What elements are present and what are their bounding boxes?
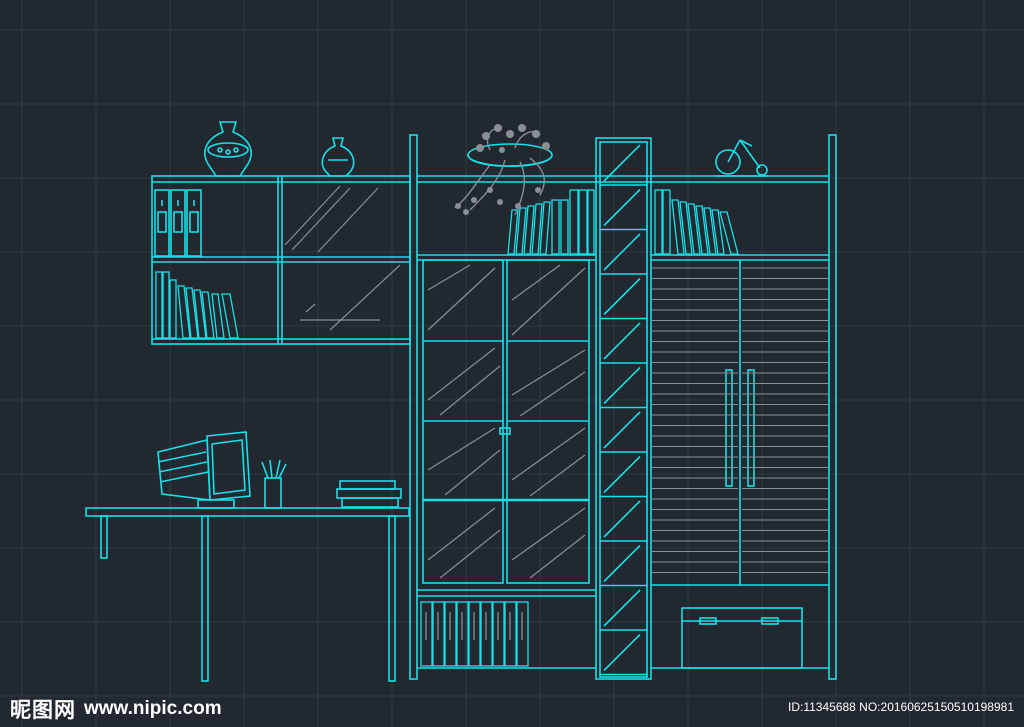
louvered-wardrobe	[651, 254, 829, 669]
desk	[85, 507, 410, 682]
wall-shelf	[151, 175, 411, 345]
books-lower-left	[155, 271, 239, 339]
binders-bottom	[420, 601, 529, 667]
background-grid	[0, 0, 1024, 727]
column-shelf-diagonal	[603, 411, 641, 449]
column-shelves	[600, 144, 647, 676]
watermark-id: ID:11345688 NO:20160625150510198981	[788, 700, 1014, 714]
binders-upper	[154, 189, 202, 257]
glass-cabinet	[422, 259, 590, 584]
storage-box	[681, 607, 803, 669]
books-top-right	[654, 189, 739, 255]
tall-shelf-column	[595, 137, 652, 680]
pen-holder	[261, 459, 287, 509]
book-stack	[336, 480, 402, 508]
cad-drawing	[0, 0, 1024, 727]
watermark-url: www.nipic.com	[84, 698, 222, 719]
column-shelf-diagonal	[603, 188, 641, 227]
plant-pot	[454, 124, 553, 216]
crt-monitor	[157, 431, 251, 509]
column-shelf-diagonal	[603, 589, 641, 627]
column-shelf-diagonal	[603, 277, 641, 316]
column-shelf-diagonal	[603, 366, 641, 405]
bicycle-ornament	[715, 139, 768, 177]
column-shelf-diagonal	[603, 633, 641, 672]
column-shelf-diagonal	[603, 500, 641, 538]
small-vase	[321, 137, 355, 177]
watermark-logo: 昵图网	[10, 698, 76, 722]
column-shelf-diagonal	[603, 544, 641, 583]
column-shelf-diagonal	[603, 322, 641, 360]
wall-shelf-glass-door	[284, 185, 401, 331]
watermark: 昵图网 www.nipic.com	[10, 694, 222, 724]
cad-canvas: 昵图网 www.nipic.com ID:11345688 NO:2016062…	[0, 0, 1024, 727]
